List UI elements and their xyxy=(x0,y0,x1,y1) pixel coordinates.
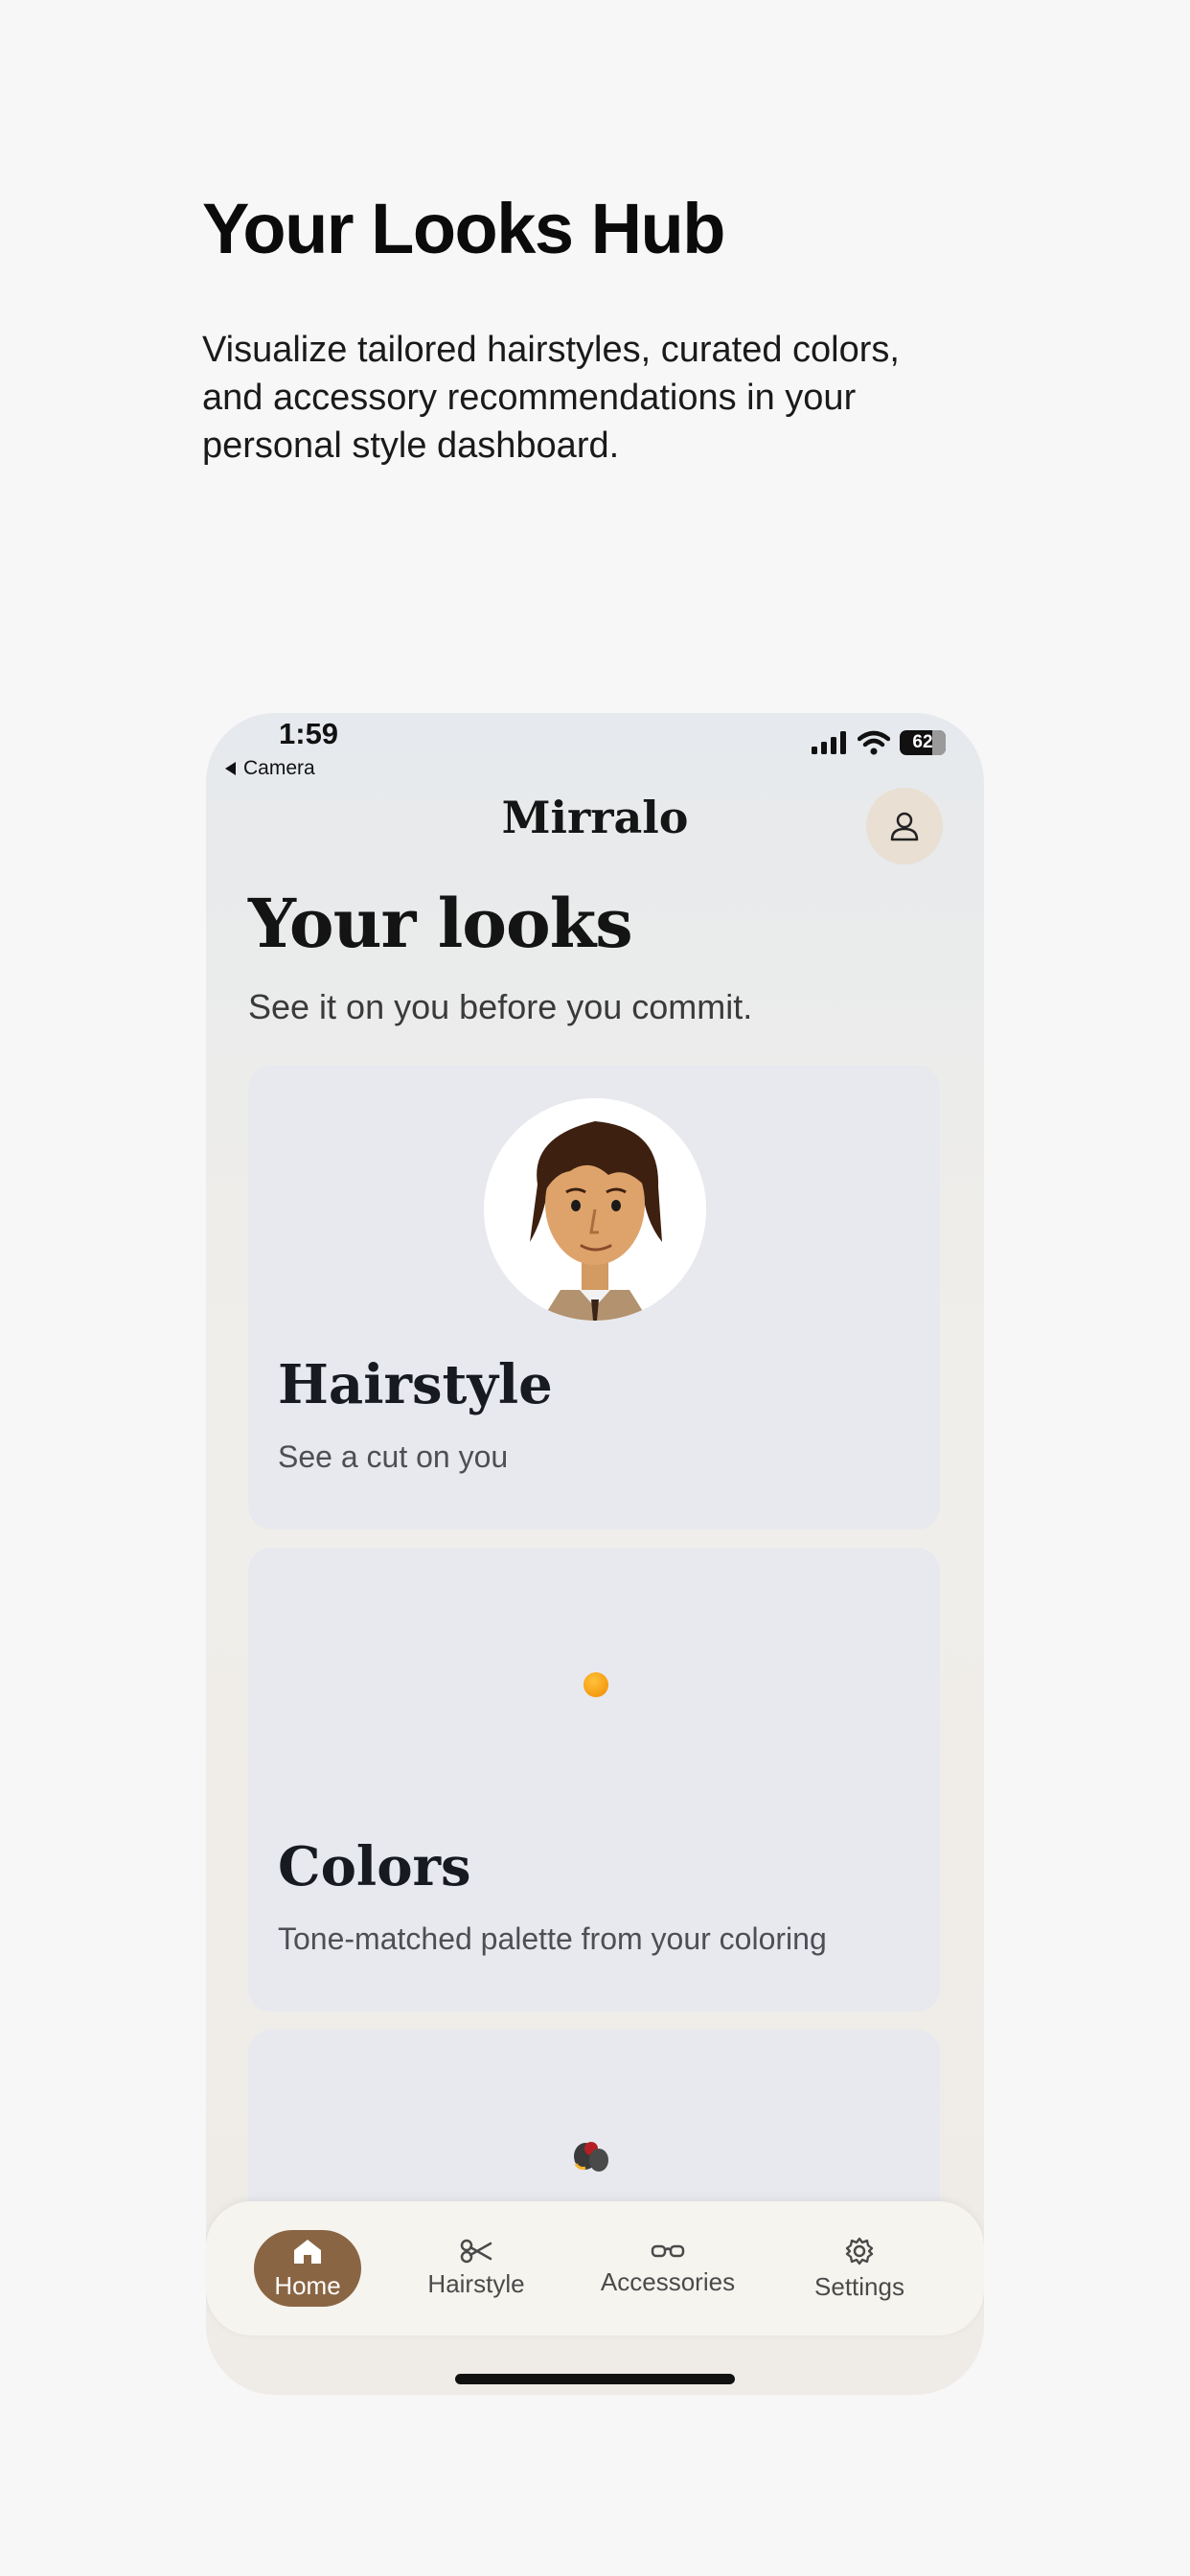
page-title: Your looks xyxy=(248,884,633,963)
home-icon xyxy=(294,2239,321,2264)
signal-icon xyxy=(812,731,846,754)
back-to-camera-link[interactable]: Camera xyxy=(225,757,315,780)
glasses-icon xyxy=(651,2244,685,2257)
tab-label: Hairstyle xyxy=(427,2268,525,2298)
tab-hairstyle[interactable]: Hairstyle xyxy=(400,2230,553,2307)
wifi-icon xyxy=(858,730,890,755)
home-indicator[interactable] xyxy=(455,2374,735,2384)
battery-level: 62 xyxy=(912,732,933,752)
tab-bar: Home Hairstyle Accessories Settings xyxy=(206,2201,984,2335)
person-icon xyxy=(890,812,919,841)
avatar-illustration xyxy=(484,1098,706,1321)
tab-label: Accessories xyxy=(600,2266,736,2296)
hero-subtitle: Visualize tailored hairstyles, curated c… xyxy=(202,330,900,466)
card-title: Colors xyxy=(278,1835,471,1898)
accessory-illustration-icon xyxy=(574,2142,608,2172)
status-time: 1:59 xyxy=(279,717,339,750)
hairstyle-card[interactable]: Hairstyle See a cut on you xyxy=(248,1066,940,1530)
scissors-icon xyxy=(460,2239,492,2263)
tab-accessories[interactable]: Accessories xyxy=(591,2230,744,2307)
phone-screen: 1:59 Camera 62 Mirralo Your looks See it… xyxy=(206,713,984,2395)
color-dot-icon xyxy=(584,1672,608,1697)
tab-home[interactable]: Home xyxy=(254,2230,361,2307)
tab-label: Home xyxy=(274,2270,341,2300)
back-arrow-icon xyxy=(225,762,236,775)
status-icons: 62 xyxy=(812,730,946,755)
colors-card[interactable]: Colors Tone-matched palette from your co… xyxy=(248,1548,940,2012)
battery-icon: 62 xyxy=(900,730,946,755)
tab-settings[interactable]: Settings xyxy=(783,2230,936,2307)
card-subtitle: Tone-matched palette from your coloring xyxy=(278,1921,827,1956)
gear-icon xyxy=(845,2237,874,2265)
card-title: Hairstyle xyxy=(278,1353,553,1416)
tab-label: Settings xyxy=(814,2271,904,2301)
hero-title: Your Looks Hub xyxy=(202,189,725,268)
back-label: Camera xyxy=(243,757,315,779)
card-subtitle: See a cut on you xyxy=(278,1439,509,1474)
page-subtitle: See it on you before you commit. xyxy=(248,987,753,1026)
profile-button[interactable] xyxy=(866,788,943,864)
